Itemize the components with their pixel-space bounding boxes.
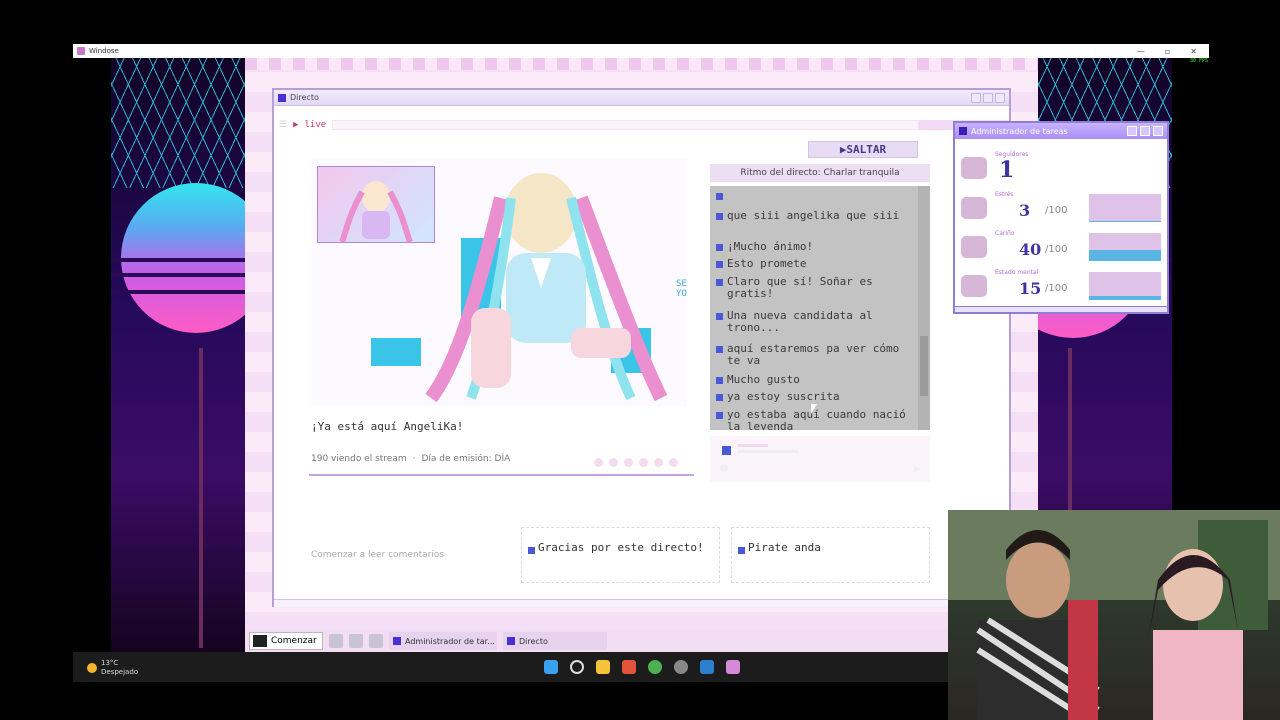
moon-icon xyxy=(87,663,97,673)
maximize-icon[interactable] xyxy=(1140,126,1150,136)
app-title: Windose xyxy=(89,47,119,55)
chat-message: Mucho gusto xyxy=(716,374,912,386)
chat-message: ¡Mucho ánimo! xyxy=(716,241,912,253)
info-separator: · xyxy=(412,454,416,464)
stream-pace: Ritmo del directo: Charlar tranquila xyxy=(710,164,930,182)
directo-title: Directo xyxy=(290,93,319,102)
chat-message xyxy=(716,190,912,200)
chat-message: aquí estaremos pa ver cómo te va xyxy=(716,343,912,367)
task-manager-window: Administrador de tareas Seguidores 1 Est… xyxy=(953,121,1169,314)
stat-mental-state: Estado mental 15 /100 xyxy=(959,269,1165,307)
close-icon[interactable] xyxy=(995,93,1005,103)
webcam-overlay xyxy=(948,510,1280,720)
maximize-icon[interactable]: ▫ xyxy=(1165,47,1170,56)
steam-icon[interactable] xyxy=(700,660,714,674)
utility-pole xyxy=(199,348,203,648)
chat-message: Claro que sí! Soñar es gratis! xyxy=(716,276,912,300)
taskbar-item-directo[interactable]: Directo xyxy=(503,632,607,650)
search-icon[interactable] xyxy=(570,660,584,674)
game-taskbar: Comenzar Administrador de tar... Directo xyxy=(245,630,948,652)
close-icon[interactable] xyxy=(1153,126,1163,136)
chat-message: Una nueva candidata al trono... xyxy=(716,310,912,334)
brave-icon[interactable] xyxy=(622,660,636,674)
directo-title-bar[interactable]: Directo xyxy=(274,90,1009,106)
app-title-bar: Windose — ▫ ✕ xyxy=(73,44,1209,58)
affection-icon xyxy=(961,236,987,258)
task-manager-title: Administrador de tareas xyxy=(971,126,1068,136)
task-manager-title-bar[interactable]: Administrador de tareas xyxy=(955,123,1167,139)
live-bar: ☰ ▶ live xyxy=(279,118,919,132)
mental-state-icon xyxy=(961,275,987,297)
skip-button[interactable]: ▶SALTAR xyxy=(808,141,918,158)
send-icon[interactable]: ▶ xyxy=(914,464,920,473)
chat-message: ya estoy suscrita xyxy=(716,391,912,403)
obs-icon[interactable] xyxy=(674,660,688,674)
fps-counter: 30 FPS xyxy=(1189,58,1208,64)
close-icon[interactable]: ✕ xyxy=(1190,47,1197,56)
stream-overlay-text: SEE YOU... xyxy=(676,279,687,299)
window-controls: — ▫ ✕ xyxy=(1137,44,1209,58)
maximize-icon[interactable] xyxy=(983,93,993,103)
game-app-icon[interactable] xyxy=(726,660,740,674)
bird-icon[interactable] xyxy=(329,634,343,648)
app-icon xyxy=(77,47,85,55)
chrome-icon[interactable] xyxy=(648,660,662,674)
chat-message: Esto promete xyxy=(716,258,912,270)
game-start-button[interactable]: Comenzar xyxy=(249,632,323,650)
followers-icon xyxy=(961,157,987,179)
monitor-icon[interactable] xyxy=(369,634,383,648)
stream-title: ¡Ya está aquí AngeliKa! xyxy=(311,420,464,433)
os-taskbar: 13°C Despejado xyxy=(73,652,948,682)
neon-grid xyxy=(111,58,245,188)
chat-input[interactable]: ▶ xyxy=(710,436,930,482)
start-logo-icon xyxy=(253,635,267,647)
chat-icon[interactable] xyxy=(349,634,363,648)
mental-state-bar xyxy=(1089,272,1161,300)
stream-info: 190 viendo el stream · Día de emisión: D… xyxy=(311,454,510,464)
window-icon xyxy=(959,127,967,135)
minimize-icon[interactable] xyxy=(971,93,981,103)
play-icon: ▶ xyxy=(293,120,299,130)
menu-icon[interactable]: ☰ xyxy=(279,120,287,130)
stress-icon xyxy=(961,197,987,219)
live-label: live xyxy=(304,120,327,130)
stat-stress: Estrés 3 /100 xyxy=(959,191,1165,229)
chat-scrollbar[interactable] xyxy=(918,186,930,430)
chat-panel: que siii angelika que siii ¡Mucho ánimo!… xyxy=(710,186,930,430)
progress-dots xyxy=(594,458,678,467)
left-wallpaper xyxy=(111,58,245,652)
comment-option-1[interactable]: Gracias por este directo! xyxy=(521,527,720,583)
stat-affection: Cariño 40 /100 xyxy=(959,230,1165,268)
window-icon xyxy=(278,93,286,102)
chat-message: que siii angelika que siii xyxy=(716,210,912,222)
stress-bar xyxy=(1089,194,1161,222)
taskbar-item-task-manager[interactable]: Administrador de tar... xyxy=(389,632,497,650)
minimize-icon[interactable] xyxy=(1127,126,1137,136)
air-day: Día de emisión: DÍA xyxy=(421,454,511,464)
directo-window: Directo ☰ ▶ live SEE YOU... xyxy=(272,88,1011,607)
minimize-icon[interactable]: — xyxy=(1137,47,1145,56)
mouse-cursor xyxy=(811,404,817,414)
viewer-count: 190 viendo el stream xyxy=(311,454,407,464)
comment-option-2[interactable]: Pirate anda xyxy=(731,527,930,583)
stat-followers: Seguidores 1 xyxy=(959,151,1165,189)
folder-icon[interactable] xyxy=(596,660,610,674)
windows-start-icon[interactable] xyxy=(544,660,558,674)
emoji-icon[interactable] xyxy=(720,464,728,472)
start-reading-button[interactable]: Comenzar a leer comentarios xyxy=(311,550,444,560)
affection-bar xyxy=(1089,233,1161,261)
stream-thumbnail xyxy=(317,166,435,244)
weather-widget[interactable]: 13°C Despejado xyxy=(87,659,138,677)
